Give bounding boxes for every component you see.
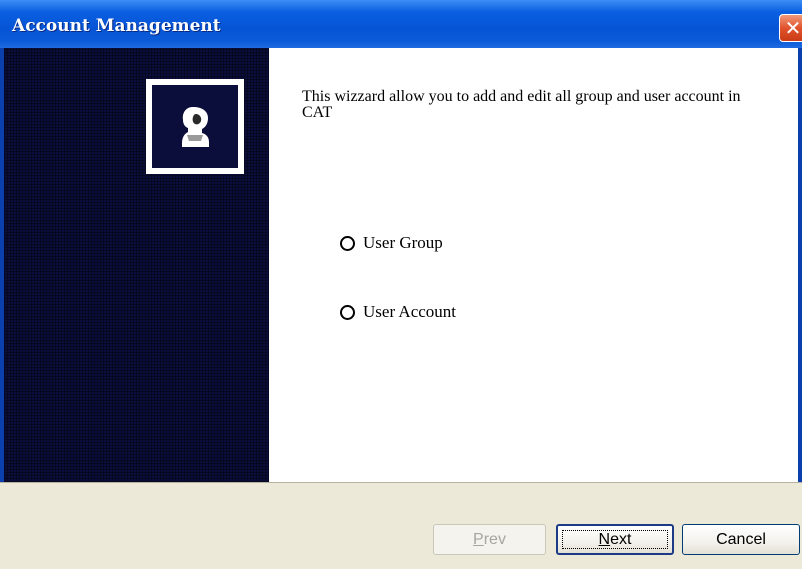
wizard-intro-text: This wizzard allow you to add and edit a…: [302, 88, 741, 121]
cancel-label: Cancel: [716, 530, 766, 548]
next-button[interactable]: Next: [556, 524, 674, 555]
user-silhouette-graphic: [182, 107, 209, 147]
prev-label-rest: rev: [483, 530, 506, 548]
close-icon: ✕: [784, 16, 802, 40]
cancel-button[interactable]: Cancel: [682, 524, 800, 555]
user-account-option[interactable]: User Account: [340, 302, 456, 322]
window-title: Account Management: [12, 16, 221, 36]
account-management-dialog: Account Management ✕ This wizzard allow …: [0, 0, 802, 569]
user-account-silhouette-icon: [152, 85, 238, 168]
user-group-option[interactable]: User Group: [340, 233, 443, 253]
user-group-label: User Group: [363, 233, 443, 252]
title-bar[interactable]: Account Management ✕: [0, 0, 802, 48]
prev-button[interactable]: Prev: [433, 524, 546, 555]
user-account-label: User Account: [363, 302, 457, 321]
next-focus-ring: [562, 530, 668, 549]
close-button[interactable]: ✕: [779, 14, 802, 42]
wizard-image-frame: [146, 79, 244, 174]
user-account-radio[interactable]: [340, 304, 355, 320]
user-group-radio[interactable]: [340, 235, 355, 251]
prev-mnemonic: P: [473, 530, 484, 548]
